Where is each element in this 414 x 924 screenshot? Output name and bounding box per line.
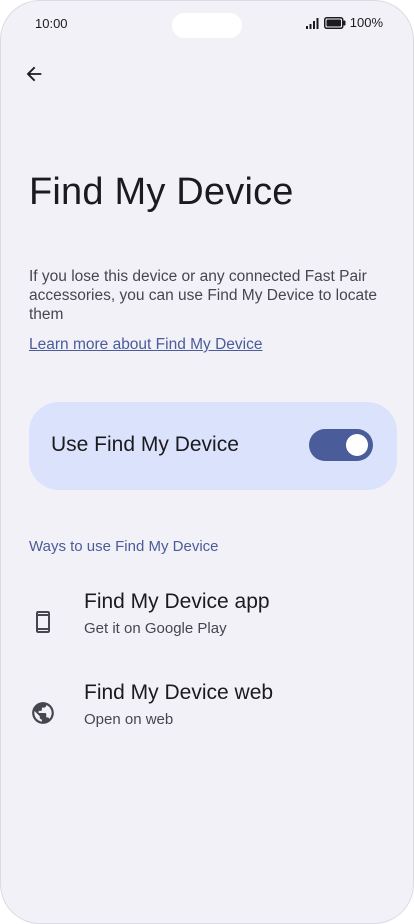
arrow-back-icon	[26, 66, 42, 82]
globe-icon	[29, 699, 57, 727]
switch-thumb	[346, 434, 368, 456]
list-item-find-my-device-app[interactable]: Find My Device app Get it on Google Play	[1, 590, 413, 668]
back-button[interactable]	[19, 59, 49, 89]
status-bar: 10:00 100%	[1, 1, 413, 47]
status-time: 10:00	[35, 16, 68, 31]
page-description: If you lose this device or any connected…	[29, 268, 378, 323]
smartphone-icon	[29, 608, 57, 636]
list-item-title: Find My Device web	[84, 681, 274, 704]
list-item-title: Find My Device app	[84, 590, 270, 613]
battery-icon	[323, 16, 346, 29]
use-find-my-device-toggle-card[interactable]: Use Find My Device	[29, 402, 397, 490]
toggle-label: Use Find My Device	[51, 433, 239, 456]
signal-icon	[305, 17, 319, 29]
section-header-ways: Ways to use Find My Device	[29, 538, 219, 555]
find-my-device-switch[interactable]	[309, 429, 373, 461]
status-icons: 100%	[305, 15, 383, 30]
list-item-subtitle: Open on web	[84, 711, 174, 728]
list-item-find-my-device-web[interactable]: Find My Device web Open on web	[1, 681, 413, 759]
page-title: Find My Device	[29, 171, 294, 213]
list-item-subtitle: Get it on Google Play	[84, 620, 227, 637]
camera-cutout	[172, 13, 242, 38]
learn-more-link[interactable]: Learn more about Find My Device	[29, 336, 262, 354]
battery-percent: 100%	[349, 15, 383, 30]
phone-screen: 10:00 100% Find My Device If you lose th…	[0, 0, 414, 924]
